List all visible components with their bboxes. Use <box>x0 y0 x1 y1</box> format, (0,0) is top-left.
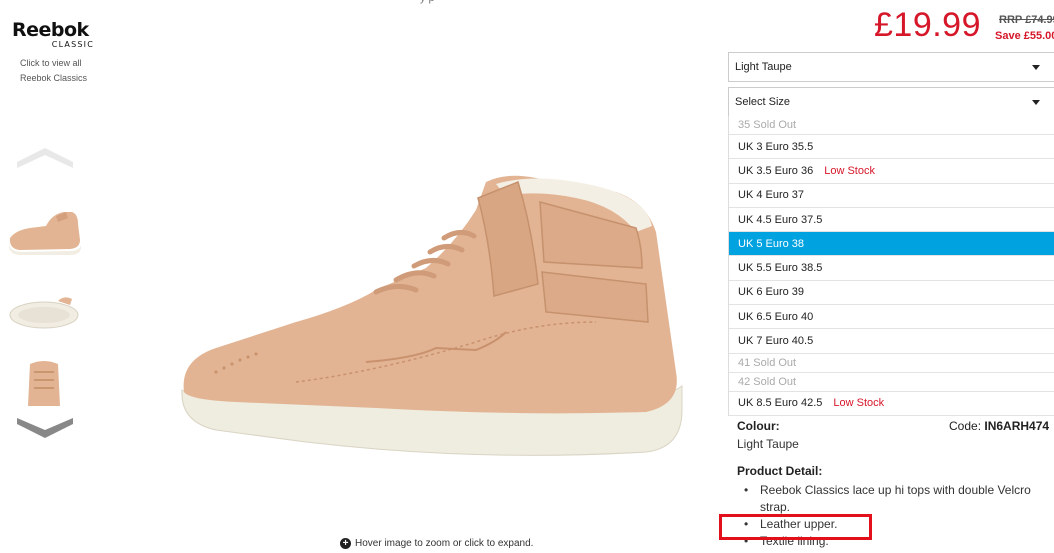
size-option: 41 Sold Out <box>729 353 1054 373</box>
rrp-price: RRP £74.99 <box>999 14 1054 26</box>
colour-value: Light Taupe <box>737 437 799 451</box>
product-image[interactable] <box>176 172 692 482</box>
size-label: UK 4.5 Euro 37.5 <box>738 213 823 226</box>
product-detail-heading: Product Detail: <box>737 464 823 478</box>
logo-word: Reebok <box>12 19 89 41</box>
brand-logo[interactable]: Reebok CLASSIC <box>12 20 102 50</box>
product-code: Code: IN6ARH474 <box>949 419 1049 433</box>
size-option[interactable]: UK 7 Euro 40.5 <box>729 329 1054 354</box>
view-all-link[interactable]: Click to view all Reebok Classics <box>20 56 110 86</box>
code-value: IN6ARH474 <box>984 419 1050 433</box>
highlight-box <box>719 514 872 540</box>
colour-select-value: Light Taupe <box>735 61 792 73</box>
size-option: 42 Sold Out <box>729 372 1054 392</box>
size-label: UK 6 Euro 39 <box>738 286 805 299</box>
view-all-line1: Click to view all <box>20 58 82 68</box>
chevron-down-icon[interactable] <box>17 418 73 440</box>
top-cut-text: y p <box>420 0 435 4</box>
size-option[interactable]: UK 6.5 Euro 40 <box>729 305 1054 330</box>
size-option-selected[interactable]: UK 5 Euro 38 <box>729 232 1054 257</box>
size-option[interactable]: UK 3.5 Euro 36 Low Stock <box>729 159 1054 184</box>
view-all-line2: Reebok Classics <box>20 73 88 83</box>
size-label: UK 3 Euro 35.5 <box>738 140 814 153</box>
size-option: 35 Sold Out <box>729 116 1054 135</box>
colour-select[interactable]: Light Taupe <box>728 52 1054 82</box>
detail-item: Reebok Classics lace up hi tops with dou… <box>743 482 1043 516</box>
size-label: UK 4 Euro 37 <box>738 189 805 202</box>
code-label: Code: <box>949 419 985 433</box>
size-option[interactable]: UK 6 Euro 39 <box>729 280 1054 306</box>
size-label: UK 5.5 Euro 38.5 <box>738 262 823 275</box>
hover-zoom-note: + Hover image to zoom or click to expand… <box>340 538 533 549</box>
save-amount: Save £55.00 <box>995 30 1054 42</box>
size-label: 35 Sold Out <box>738 119 797 131</box>
size-label: UK 5 Euro 38 <box>738 237 805 250</box>
logo-sub: CLASSIC <box>51 40 94 49</box>
size-option[interactable]: UK 4 Euro 37 <box>729 183 1054 208</box>
size-option[interactable]: UK 8.5 Euro 42.5 Low Stock <box>729 391 1054 416</box>
size-select-value: Select Size <box>735 96 791 108</box>
size-label: 41 Sold Out <box>738 356 797 369</box>
size-option[interactable]: UK 4.5 Euro 37.5 <box>729 207 1054 233</box>
size-select[interactable]: Select Size <box>728 87 1054 117</box>
low-stock-badge: Low Stock <box>824 164 875 177</box>
size-label: UK 6.5 Euro 40 <box>738 310 814 323</box>
thumbnail-side-view[interactable] <box>6 204 82 260</box>
size-label: UK 8.5 Euro 42.5 <box>738 397 823 410</box>
size-label: UK 7 Euro 40.5 <box>738 335 814 348</box>
size-option[interactable]: UK 3 Euro 35.5 <box>729 135 1054 160</box>
sale-price: £19.99 <box>874 6 981 44</box>
size-label: 42 Sold Out <box>738 375 797 388</box>
plus-circle-icon: + <box>340 538 351 549</box>
chevron-up-icon[interactable] <box>17 146 73 168</box>
thumbnail-back-view[interactable] <box>6 358 82 406</box>
hover-note-text: Hover image to zoom or click to expand. <box>355 538 534 549</box>
caret-down-icon <box>1032 99 1040 105</box>
colour-heading: Colour: <box>737 419 780 433</box>
low-stock-badge: Low Stock <box>833 397 885 410</box>
size-option[interactable]: UK 5.5 Euro 38.5 <box>729 256 1054 281</box>
size-label: UK 3.5 Euro 36 <box>738 164 814 177</box>
size-options-list: 35 Sold Out UK 3 Euro 35.5 UK 3.5 Euro 3… <box>728 116 1054 416</box>
caret-down-icon <box>1032 64 1040 70</box>
thumbnail-sole-view[interactable] <box>6 287 82 343</box>
